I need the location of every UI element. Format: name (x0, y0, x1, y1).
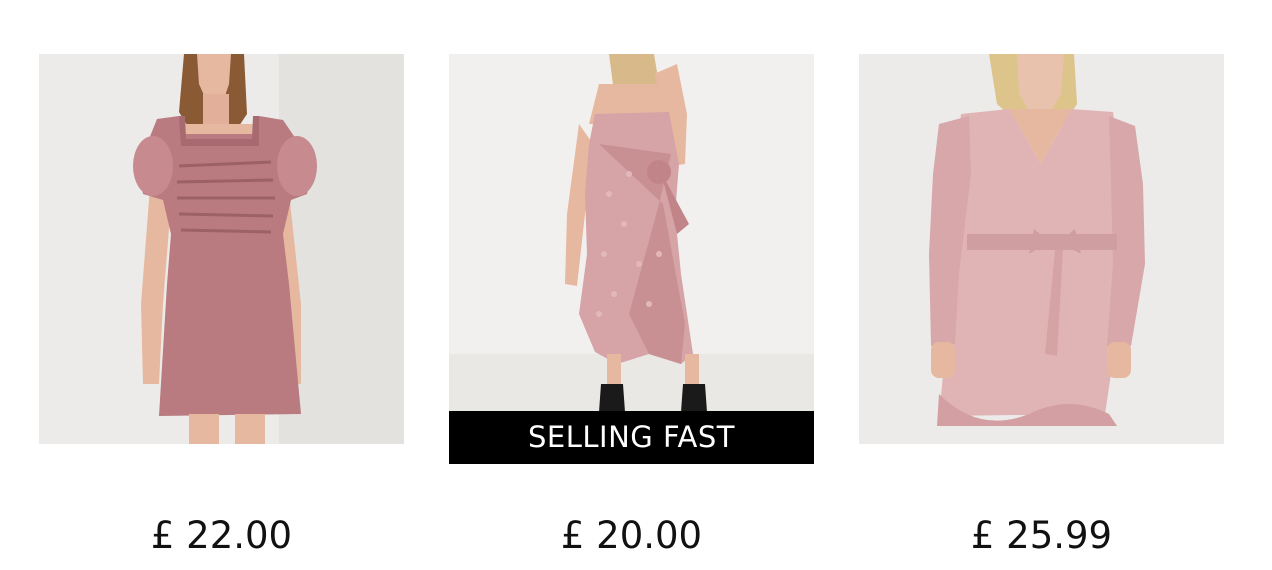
product-card[interactable]: £ 22.00 (39, 54, 404, 557)
product-card[interactable]: SELLING FAST £ 20.00 (449, 54, 814, 557)
product-image[interactable] (39, 54, 404, 444)
product-image[interactable] (449, 54, 814, 464)
product-price: £ 22.00 (150, 514, 293, 557)
product-grid: £ 22.00 SELLING FAST £ 20.00 £ 25.99 (0, 0, 1272, 570)
product-price: £ 20.00 (560, 514, 703, 557)
product-photo (859, 54, 1224, 444)
product-image[interactable] (859, 54, 1224, 444)
product-price: £ 25.99 (970, 514, 1113, 557)
selling-fast-badge: SELLING FAST (449, 411, 814, 464)
product-photo (39, 54, 404, 444)
product-card[interactable]: £ 25.99 (859, 54, 1224, 557)
product-photo (449, 54, 814, 464)
